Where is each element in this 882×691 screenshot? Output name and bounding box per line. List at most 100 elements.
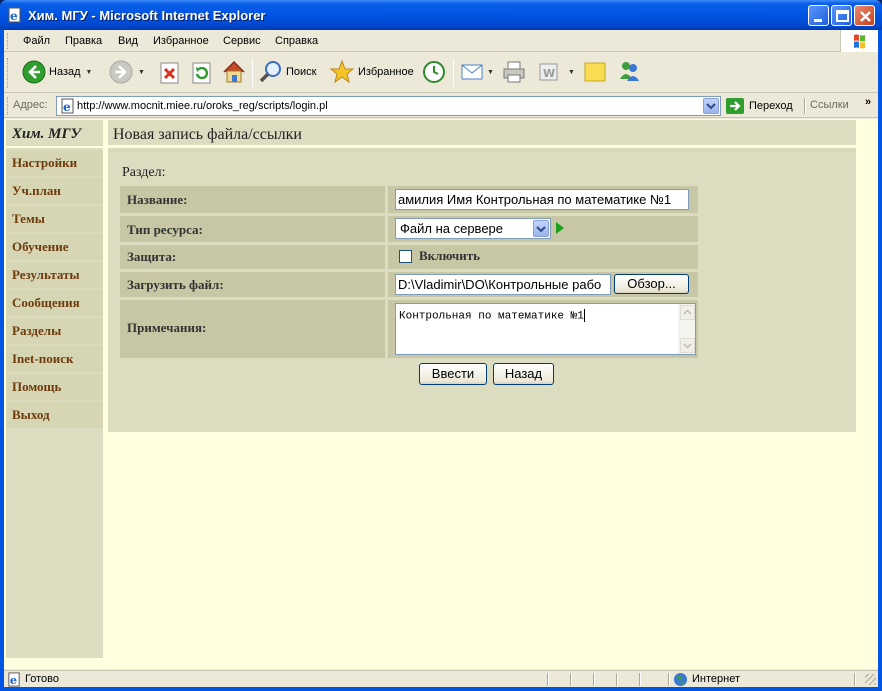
close-button[interactable] — [854, 5, 875, 26]
file-path-input[interactable]: D:\Vladimir\DO\Контрольные рабо — [395, 274, 611, 295]
submit-button[interactable]: Ввести — [419, 363, 487, 385]
back-dropdown-icon[interactable]: ▼ — [86, 69, 93, 76]
forward-arrow-icon — [109, 60, 133, 84]
sidebar-item-inet-search[interactable]: Inet-поиск — [6, 346, 103, 372]
go-button[interactable]: Переход — [726, 98, 793, 114]
menu-favorites[interactable]: Избранное — [153, 35, 209, 47]
site-logo: Хим. МГУ — [6, 120, 103, 148]
notes-textarea[interactable]: Контрольная по математике №1 — [395, 303, 696, 355]
minimize-button[interactable] — [808, 5, 829, 26]
stop-icon — [160, 62, 179, 84]
edit-dropdown-icon[interactable]: ▼ — [568, 69, 575, 76]
title-bar[interactable]: e Хим. МГУ - Microsoft Internet Explorer — [0, 0, 882, 30]
protect-label: Защита: — [120, 245, 385, 269]
page-status-icon: e — [8, 672, 20, 687]
protect-checkbox-label[interactable]: Включить — [419, 248, 480, 264]
window-client: Файл Правка Вид Избранное Сервис Справка… — [4, 30, 878, 687]
menu-grip[interactable] — [7, 33, 10, 49]
sidebar-item-sections[interactable]: Разделы — [6, 318, 103, 344]
messenger-icon — [620, 62, 639, 81]
status-divider — [639, 673, 641, 686]
back-button[interactable]: Назад ▼ — [22, 60, 92, 84]
mail-dropdown-icon[interactable]: ▼ — [487, 69, 494, 76]
upload-label: Загрузить файл: — [120, 272, 385, 297]
history-button[interactable] — [422, 60, 446, 84]
edit-button[interactable]: W ▼ — [539, 62, 575, 82]
print-button[interactable] — [502, 60, 526, 84]
links-label[interactable]: Ссылки — [810, 99, 849, 111]
home-button[interactable] — [221, 59, 247, 85]
favorites-label: Избранное — [358, 66, 414, 78]
search-label: Поиск — [286, 66, 317, 78]
home-icon — [223, 60, 245, 83]
scroll-down-icon[interactable] — [680, 338, 695, 353]
status-divider — [570, 673, 572, 686]
resource-type-value: Файл на сервере — [400, 221, 504, 236]
form-row-notes: Примечания: Контрольная по математике №1 — [120, 300, 698, 358]
svg-text:W: W — [543, 67, 555, 80]
stop-button[interactable] — [160, 62, 180, 84]
status-divider — [593, 673, 595, 686]
back-form-button[interactable]: Назад — [493, 363, 554, 385]
menu-help[interactable]: Справка — [275, 35, 318, 47]
notes-scrollbar[interactable] — [678, 304, 695, 354]
menu-view[interactable]: Вид — [118, 35, 138, 47]
sidebar-item-topics[interactable]: Темы — [6, 206, 103, 232]
menu-edit[interactable]: Правка — [65, 35, 102, 47]
toolbar-grip[interactable] — [7, 58, 10, 88]
address-input[interactable]: e http://www.mocnit.miee.ru/oroks_reg/sc… — [56, 96, 721, 116]
type-label: Тип ресурса: — [120, 216, 385, 242]
address-label: Адрес: — [13, 99, 48, 111]
menu-file[interactable]: Файл — [23, 35, 50, 47]
address-grip[interactable] — [7, 97, 10, 115]
name-label: Название: — [120, 186, 385, 213]
chevron-down-icon — [706, 103, 716, 110]
address-dropdown-button[interactable] — [703, 98, 719, 114]
back-arrow-icon — [22, 60, 46, 84]
messenger-button[interactable] — [617, 59, 641, 83]
refresh-icon — [192, 62, 211, 84]
forward-button[interactable]: ▼ — [109, 60, 145, 84]
text-caret — [583, 309, 585, 322]
security-zone-label: Интернет — [692, 673, 740, 685]
links-more-icon[interactable]: » — [865, 96, 871, 108]
resource-type-select[interactable]: Файл на сервере — [395, 218, 551, 239]
favorites-star-icon — [329, 59, 355, 84]
menu-tools[interactable]: Сервис — [223, 35, 261, 47]
name-input[interactable]: амилия Имя Контрольная по математике №1 — [395, 189, 689, 210]
svg-text:e: e — [63, 100, 71, 114]
refresh-button[interactable] — [192, 62, 212, 84]
favorites-button[interactable]: Избранное — [329, 59, 414, 85]
form-row-upload: Загрузить файл: D:\Vladimir\DO\Контрольн… — [120, 272, 698, 297]
internet-globe-icon — [673, 672, 688, 687]
sidebar: Хим. МГУ Настройки Уч.план Темы Обучение… — [6, 120, 103, 658]
page-title: Новая запись файла/ссылки — [108, 120, 856, 148]
windows-logo-icon — [840, 30, 878, 52]
window-title: Хим. МГУ - Microsoft Internet Explorer — [28, 8, 266, 23]
sidebar-item-study-plan[interactable]: Уч.план — [6, 178, 103, 204]
sidebar-item-results[interactable]: Результаты — [6, 262, 103, 288]
resize-grip[interactable] — [865, 674, 876, 685]
chevron-down-icon[interactable] — [533, 220, 549, 237]
status-text: Готово — [25, 673, 59, 685]
search-button[interactable]: Поиск — [259, 60, 316, 84]
status-divider — [616, 673, 618, 686]
forward-dropdown-icon[interactable]: ▼ — [138, 69, 145, 76]
play-arrow-icon[interactable] — [556, 222, 564, 234]
search-icon — [259, 61, 281, 83]
sidebar-item-help[interactable]: Помощь — [6, 374, 103, 400]
maximize-button[interactable] — [831, 5, 852, 26]
browse-button[interactable]: Обзор... — [614, 274, 689, 294]
scroll-up-icon[interactable] — [680, 305, 695, 320]
sidebar-item-messages[interactable]: Сообщения — [6, 290, 103, 316]
page-icon: e — [61, 98, 74, 114]
discuss-button[interactable] — [584, 61, 606, 83]
sidebar-item-learning[interactable]: Обучение — [6, 234, 103, 260]
word-edit-icon: W — [539, 63, 558, 81]
mail-button[interactable]: ▼ — [460, 61, 494, 83]
protect-checkbox[interactable] — [399, 250, 412, 263]
main-content: Новая запись файла/ссылки Раздел: Назван… — [108, 120, 856, 432]
sidebar-item-settings[interactable]: Настройки — [6, 150, 103, 176]
sidebar-item-exit[interactable]: Выход — [6, 402, 103, 428]
upload-cell: D:\Vladimir\DO\Контрольные рабо Обзор... — [388, 272, 698, 297]
